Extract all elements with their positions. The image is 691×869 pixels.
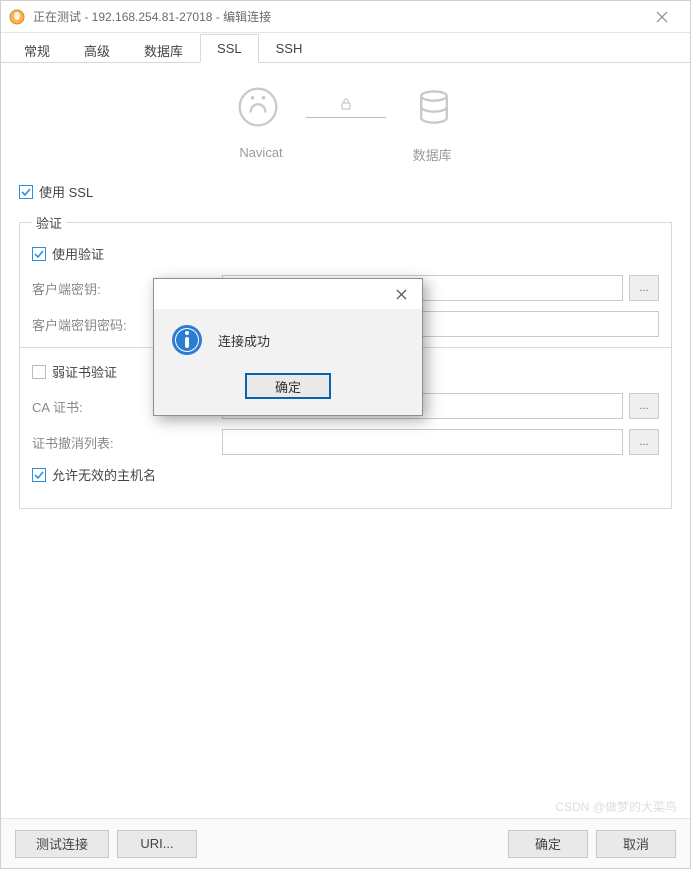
crl-browse-button[interactable]: ...	[629, 429, 659, 455]
dialog-message: 连接成功	[218, 331, 270, 350]
tab-bar: 常规 高级 数据库 SSL SSH	[1, 33, 690, 63]
test-connection-button[interactable]: 测试连接	[15, 830, 109, 858]
allow-invalid-host-checkbox[interactable]: 允许无效的主机名	[32, 465, 659, 484]
diagram-labels: Navicat 数据库	[19, 145, 672, 164]
weak-cert-label: 弱证书验证	[52, 362, 117, 381]
app-icon	[9, 9, 25, 25]
allow-invalid-host-label: 允许无效的主机名	[52, 465, 156, 484]
checkbox-icon	[19, 185, 33, 199]
secure-line-icon	[306, 97, 386, 118]
tab-content: Navicat 数据库 使用 SSL 验证 使用验证 客户端密钥: ... 客户…	[1, 63, 690, 818]
lock-icon	[339, 97, 353, 116]
client-key-browse-button[interactable]: ...	[629, 275, 659, 301]
crl-input[interactable]	[222, 429, 623, 455]
checkbox-icon	[32, 468, 46, 482]
tab-advanced[interactable]: 高级	[67, 34, 127, 63]
tab-ssh[interactable]: SSH	[259, 34, 320, 63]
database-icon	[410, 83, 458, 131]
cancel-button[interactable]: 取消	[596, 830, 676, 858]
checkbox-icon	[32, 365, 46, 379]
diagram-left-label: Navicat	[239, 145, 282, 164]
dialog-close-button[interactable]	[380, 279, 422, 309]
info-icon	[170, 323, 204, 357]
result-dialog: 连接成功 确定	[153, 278, 423, 416]
tab-general[interactable]: 常规	[7, 34, 67, 63]
connection-diagram	[19, 83, 672, 131]
use-auth-checkbox[interactable]: 使用验证	[32, 244, 659, 263]
tab-ssl[interactable]: SSL	[200, 34, 259, 63]
footer-bar: 测试连接 URI... 确定 取消	[1, 818, 690, 868]
checkbox-icon	[32, 247, 46, 261]
ok-button[interactable]: 确定	[508, 830, 588, 858]
navicat-icon	[234, 83, 282, 131]
use-auth-label: 使用验证	[52, 244, 104, 263]
tab-databases[interactable]: 数据库	[127, 34, 200, 63]
diagram-right-label: 数据库	[413, 145, 452, 164]
dialog-titlebar	[154, 279, 422, 309]
dialog-ok-button[interactable]: 确定	[245, 373, 331, 399]
uri-button[interactable]: URI...	[117, 830, 197, 858]
crl-label: 证书撤消列表:	[32, 433, 222, 452]
titlebar: 正在测试 - 192.168.254.81-27018 - 编辑连接	[1, 1, 690, 33]
use-ssl-label: 使用 SSL	[39, 182, 93, 201]
window-title: 正在测试 - 192.168.254.81-27018 - 编辑连接	[33, 8, 642, 25]
window-close-button[interactable]	[642, 1, 682, 33]
verify-legend: 验证	[32, 213, 66, 232]
use-ssl-checkbox[interactable]: 使用 SSL	[19, 182, 672, 201]
edit-connection-window: 正在测试 - 192.168.254.81-27018 - 编辑连接 常规 高级…	[0, 0, 691, 869]
ca-cert-browse-button[interactable]: ...	[629, 393, 659, 419]
